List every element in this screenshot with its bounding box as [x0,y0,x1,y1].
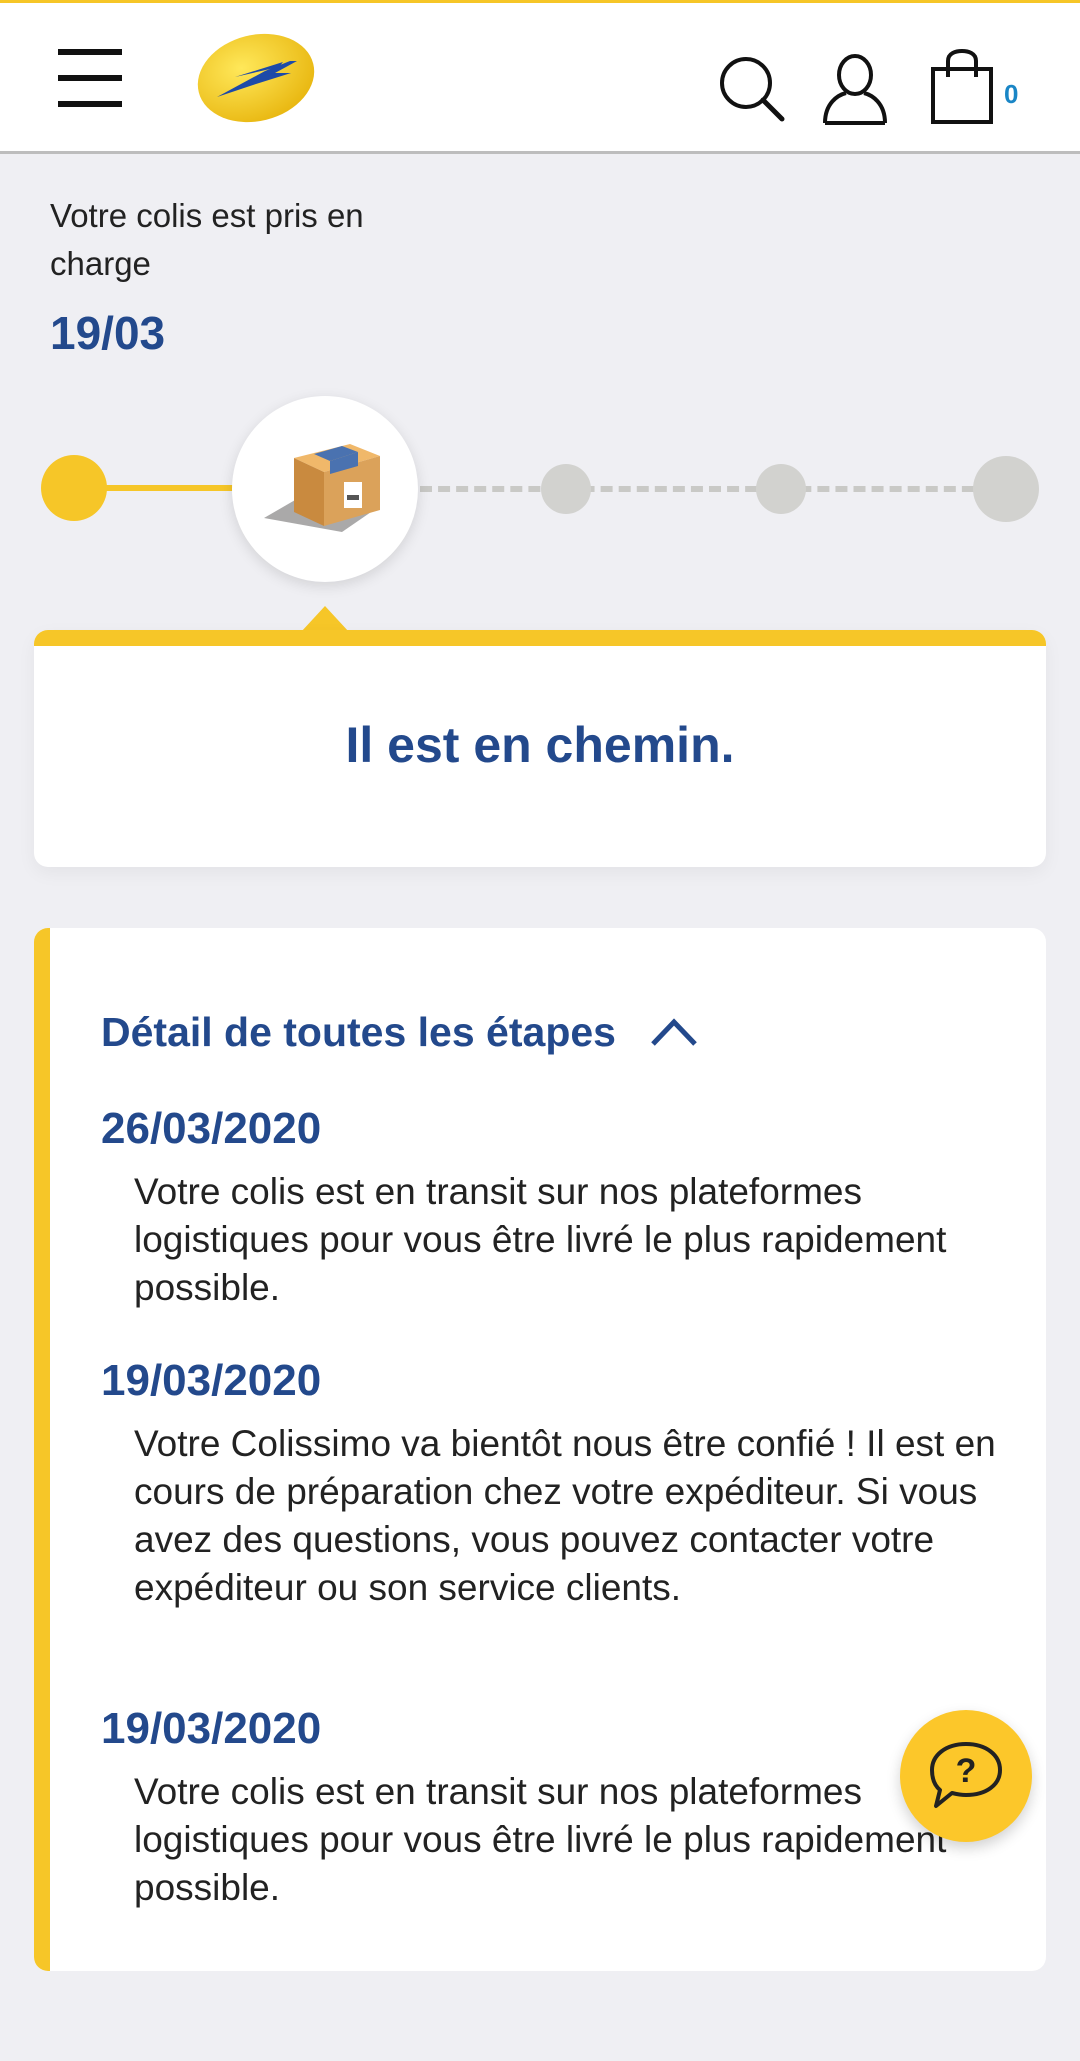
help-chat-icon: ? [930,1742,1002,1808]
event-date: 26/03/2020 [101,1104,322,1153]
status-date: 19/03 [50,307,166,359]
step-dot-done [41,455,107,521]
step-dot-pending [541,464,591,514]
step-dot-pending [756,464,806,514]
event-description: Votre Colissimo va bientôt nous être con… [134,1423,996,1608]
status-message-card: Il est en chemin. [34,630,1046,867]
status-label: Votre colis est pris en charge [50,197,364,282]
event-date: 19/03/2020 [101,1704,322,1753]
package-icon [264,444,380,532]
shopping-bag-icon[interactable] [930,49,998,125]
message-pointer [301,606,349,632]
event-description: Votre colis est en transit sur nos plate… [134,1771,947,1908]
delivery-progress-tracker [0,390,1080,590]
details-title: Détail de toutes les étapes [101,1008,616,1055]
message-card-accent [34,630,1046,646]
details-toggle-button[interactable]: Détail de toutes les étapes [101,1002,698,1062]
event-description: Votre colis est en transit sur nos plate… [134,1171,947,1308]
help-chat-button[interactable]: ? [900,1710,1032,1842]
step-dot-final [973,456,1039,522]
tracking-details-card: Détail de toutes les étapes 26/03/2020 V… [34,928,1046,1971]
details-card-accent [34,928,50,1971]
progress-line-pending [420,486,1010,492]
step-current [232,396,418,582]
search-icon[interactable] [718,55,786,123]
chevron-up-icon [651,1018,697,1046]
cart-count-badge: 0 [1004,79,1019,109]
app-header: 0 [0,3,1080,154]
event-date: 19/03/2020 [101,1356,322,1405]
la-poste-logo[interactable] [195,31,317,125]
hamburger-menu-icon[interactable] [58,49,122,109]
user-icon[interactable] [822,53,888,125]
help-symbol: ? [956,1752,977,1790]
status-message: Il est en chemin. [345,717,735,773]
